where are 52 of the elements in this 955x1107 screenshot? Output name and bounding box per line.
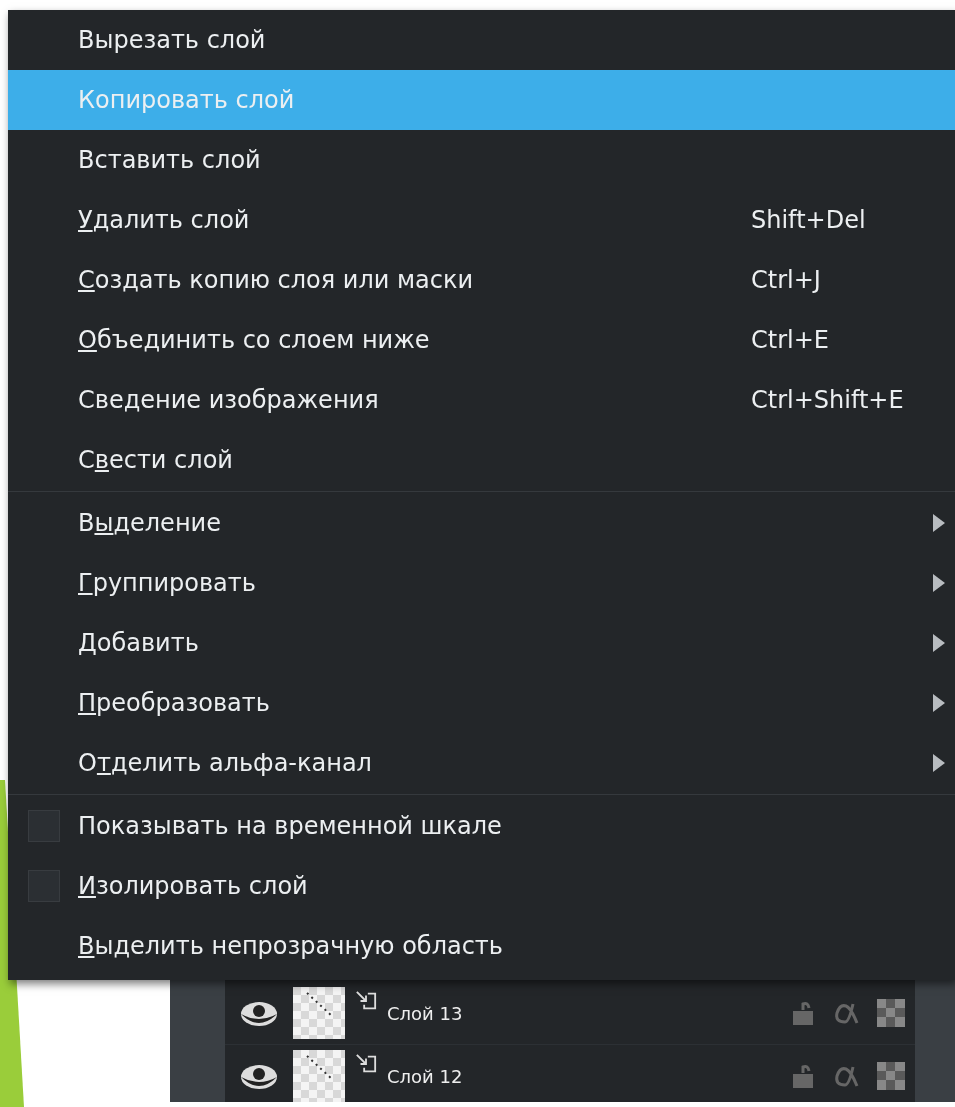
menu-item-label: Создать копию слоя или маски bbox=[78, 266, 474, 294]
menu-item-label: Группировать bbox=[78, 569, 256, 597]
submenu-arrow-icon bbox=[933, 694, 945, 712]
checkerboard-icon[interactable] bbox=[877, 999, 905, 1027]
menu-item-label: Вырезать слой bbox=[78, 26, 266, 54]
menu-item[interactable]: Преобразовать bbox=[8, 673, 955, 733]
lock-icon[interactable] bbox=[791, 1000, 815, 1026]
shortcut-label: Ctrl+J bbox=[751, 266, 821, 294]
layer-name: Слой 12 bbox=[387, 1065, 464, 1087]
menu-item-label: Удалить слой bbox=[78, 206, 250, 234]
menu-item-label: Добавить bbox=[78, 629, 199, 657]
menu-item[interactable]: Группировать bbox=[8, 553, 955, 613]
shortcut-label: Shift+Del bbox=[751, 206, 866, 234]
menu-item[interactable]: Свести слой bbox=[8, 430, 955, 490]
checkerboard-icon[interactable] bbox=[877, 1062, 905, 1090]
menu-item[interactable]: Отделить альфа-канал bbox=[8, 733, 955, 793]
shortcut-label: Ctrl+E bbox=[751, 326, 829, 354]
menu-item-label: Выделить непрозрачную область bbox=[78, 932, 503, 960]
menu-item-label: Объединить со слоем ниже bbox=[78, 326, 430, 354]
lock-icon[interactable] bbox=[791, 1063, 815, 1089]
submenu-arrow-icon bbox=[933, 574, 945, 592]
menu-item[interactable]: Выделить непрозрачную область bbox=[8, 916, 955, 976]
menu-item-label: Изолировать слой bbox=[78, 872, 308, 900]
menu-item[interactable]: Выделение bbox=[8, 493, 955, 553]
menu-item[interactable]: Изолировать слой bbox=[8, 856, 955, 916]
menu-item-label: Отделить альфа-канал bbox=[78, 749, 372, 777]
menu-item-label: Сведение изображения bbox=[78, 386, 379, 414]
layer-name: Слой 13 bbox=[387, 1002, 464, 1024]
inherit-alpha-icon[interactable] bbox=[355, 990, 377, 1012]
inherit-alpha-icon[interactable] bbox=[355, 1053, 377, 1075]
menu-item[interactable]: Показывать на временной шкале bbox=[8, 796, 955, 856]
menu-item[interactable]: Сведение изображения Ctrl+Shift+E bbox=[8, 370, 955, 430]
menu-item[interactable]: Добавить bbox=[8, 613, 955, 673]
menu-item[interactable]: Создать копию слоя или маски Ctrl+J bbox=[8, 250, 955, 310]
layer-row[interactable]: Слой 12 bbox=[225, 1045, 915, 1107]
menu-item[interactable]: Вырезать слой bbox=[8, 10, 955, 70]
menu-item-label: Выделение bbox=[78, 509, 221, 537]
submenu-arrow-icon bbox=[933, 514, 945, 532]
menu-item[interactable]: Вставить слой bbox=[8, 130, 955, 190]
layer-thumbnail bbox=[293, 1050, 345, 1102]
menu-item-label: Вставить слой bbox=[78, 146, 261, 174]
menu-item-label: Преобразовать bbox=[78, 689, 270, 717]
layer-thumbnail bbox=[293, 987, 345, 1039]
menu-item[interactable]: Объединить со слоем ниже Ctrl+E bbox=[8, 310, 955, 370]
menu-item[interactable]: Удалить слой Shift+Del bbox=[8, 190, 955, 250]
layer-row[interactable]: Слой 13 bbox=[225, 982, 915, 1045]
shortcut-label: Ctrl+Shift+E bbox=[751, 386, 904, 414]
submenu-arrow-icon bbox=[933, 754, 945, 772]
menu-item-label: Свести слой bbox=[78, 446, 233, 474]
submenu-arrow-icon bbox=[933, 634, 945, 652]
menu-item-label: Показывать на временной шкале bbox=[78, 812, 502, 840]
menu-item-label: Копировать слой bbox=[78, 86, 295, 114]
